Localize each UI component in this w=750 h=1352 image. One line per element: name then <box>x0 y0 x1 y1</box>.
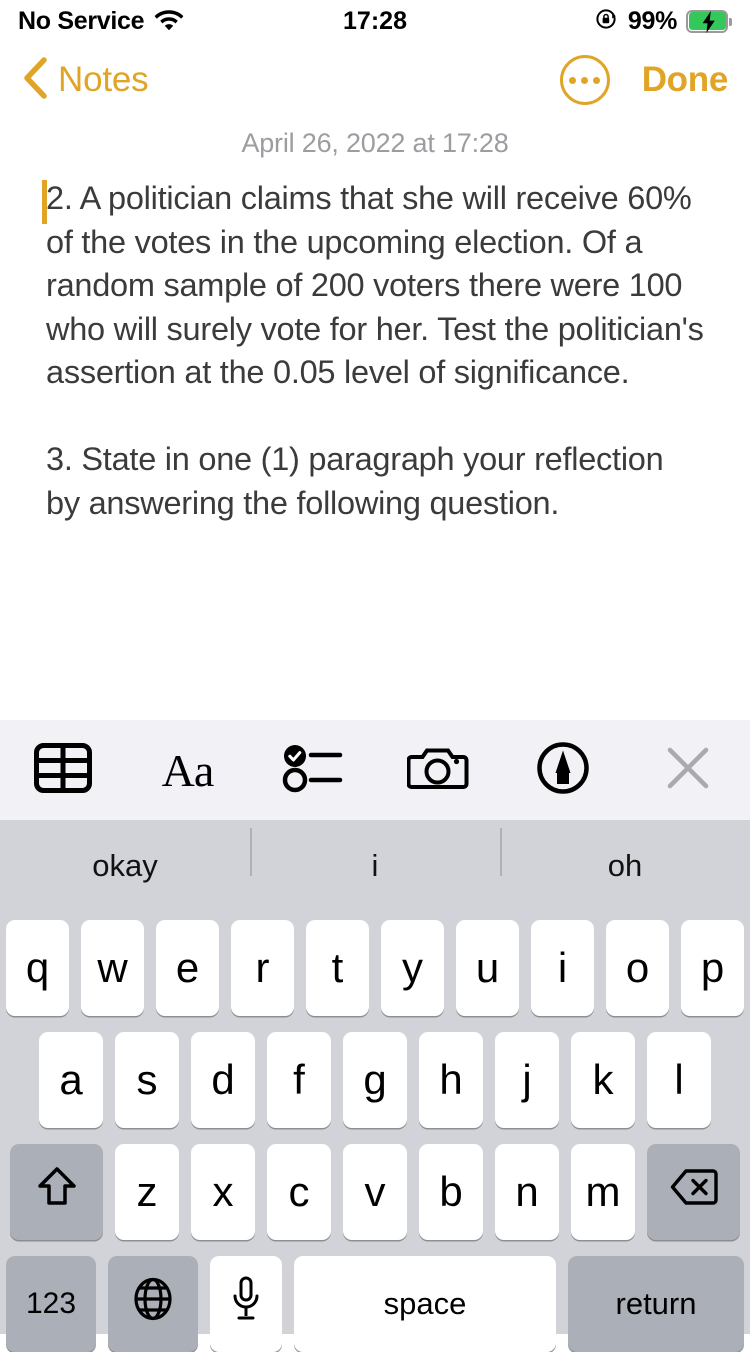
key-z[interactable]: z <box>115 1144 179 1240</box>
on-screen-keyboard: okay i oh q w e r t y u i o p a s d f g … <box>0 820 750 1352</box>
keyboard-row-4: 123 space return <box>0 1256 750 1352</box>
note-text-body[interactable]: 2. A politician claims that she will rec… <box>42 177 704 525</box>
camera-icon <box>406 743 469 798</box>
predictive-text-bar: okay i oh <box>0 820 750 912</box>
key-g[interactable]: g <box>343 1032 407 1128</box>
backspace-icon <box>670 1168 718 1216</box>
markup-button[interactable] <box>500 720 625 820</box>
prediction-item[interactable]: i <box>250 828 500 884</box>
key-j[interactable]: j <box>495 1032 559 1128</box>
back-button-label: Notes <box>58 60 149 99</box>
shift-key[interactable] <box>10 1144 103 1240</box>
microphone-icon <box>231 1276 261 1332</box>
prediction-item[interactable]: okay <box>0 848 250 884</box>
key-y[interactable]: y <box>381 920 444 1016</box>
prediction-item[interactable]: oh <box>500 828 750 884</box>
wifi-icon <box>154 7 184 35</box>
key-o[interactable]: o <box>606 920 669 1016</box>
return-key[interactable]: return <box>568 1256 744 1352</box>
dictation-key[interactable] <box>210 1256 282 1352</box>
key-w[interactable]: w <box>81 920 144 1016</box>
insert-table-button[interactable] <box>0 720 125 820</box>
keyboard-row-2: a s d f g h j k l <box>0 1032 750 1128</box>
note-paragraph: 2. A politician claims that she will rec… <box>46 180 704 390</box>
close-icon <box>664 744 712 797</box>
key-p[interactable]: p <box>681 920 744 1016</box>
key-k[interactable]: k <box>571 1032 635 1128</box>
status-bar: No Service 17:28 99% <box>0 0 750 42</box>
space-key[interactable]: space <box>294 1256 556 1352</box>
key-r[interactable]: r <box>231 920 294 1016</box>
key-u[interactable]: u <box>456 920 519 1016</box>
status-bar-left: No Service <box>18 7 343 36</box>
text-format-button[interactable]: Aa <box>125 720 250 820</box>
camera-button[interactable] <box>375 720 500 820</box>
key-c[interactable]: c <box>267 1144 331 1240</box>
note-content-area[interactable]: April 26, 2022 at 17:28 2. A politician … <box>0 118 750 720</box>
key-a[interactable]: a <box>39 1032 103 1128</box>
markup-pen-icon <box>536 741 590 800</box>
status-bar-right: 99% <box>407 6 733 36</box>
chevron-left-icon <box>22 56 48 104</box>
text-format-icon: Aa <box>161 744 215 796</box>
notes-app-screen: No Service 17:28 99% Notes Done April 26… <box>0 0 750 1352</box>
keyboard-row-1: q w e r t y u i o p <box>0 920 750 1016</box>
close-keyboard-button[interactable] <box>625 720 750 820</box>
key-h[interactable]: h <box>419 1032 483 1128</box>
globe-key[interactable] <box>108 1256 198 1352</box>
key-f[interactable]: f <box>267 1032 331 1128</box>
rotation-lock-icon <box>595 7 619 36</box>
key-m[interactable]: m <box>571 1144 635 1240</box>
navigation-bar: Notes Done <box>0 42 750 118</box>
key-x[interactable]: x <box>191 1144 255 1240</box>
carrier-label: No Service <box>18 6 145 35</box>
more-options-button[interactable] <box>559 55 610 105</box>
ellipsis-dot <box>581 76 589 84</box>
text-cursor <box>42 180 47 224</box>
done-button[interactable]: Done <box>642 60 729 100</box>
battery-charging-icon <box>686 9 733 33</box>
key-v[interactable]: v <box>343 1144 407 1240</box>
battery-percent-label: 99% <box>627 6 678 35</box>
backspace-key[interactable] <box>647 1144 740 1240</box>
format-toolbar: Aa <box>0 720 750 820</box>
shift-icon <box>37 1165 77 1219</box>
key-b[interactable]: b <box>419 1144 483 1240</box>
key-d[interactable]: d <box>191 1032 255 1128</box>
note-date-label: April 26, 2022 at 17:28 <box>241 128 509 158</box>
status-bar-center: 17:28 <box>343 7 407 36</box>
ellipsis-dot <box>569 76 577 84</box>
checklist-icon <box>282 743 344 798</box>
clock-label: 17:28 <box>343 6 407 35</box>
numbers-key[interactable]: 123 <box>6 1256 96 1352</box>
key-s[interactable]: s <box>115 1032 179 1128</box>
back-to-notes-button[interactable]: Notes <box>22 56 149 104</box>
key-l[interactable]: l <box>647 1032 711 1128</box>
key-n[interactable]: n <box>495 1144 559 1240</box>
note-paragraph: 3. State in one (1) paragraph your refle… <box>46 441 664 521</box>
keyboard-row-3: z x c v b n m <box>0 1144 750 1240</box>
key-t[interactable]: t <box>306 920 369 1016</box>
key-i[interactable]: i <box>531 920 594 1016</box>
globe-icon <box>132 1277 174 1331</box>
ellipsis-dot <box>593 76 601 84</box>
table-icon <box>33 742 92 798</box>
key-q[interactable]: q <box>6 920 69 1016</box>
checklist-button[interactable] <box>250 720 375 820</box>
key-e[interactable]: e <box>156 920 219 1016</box>
